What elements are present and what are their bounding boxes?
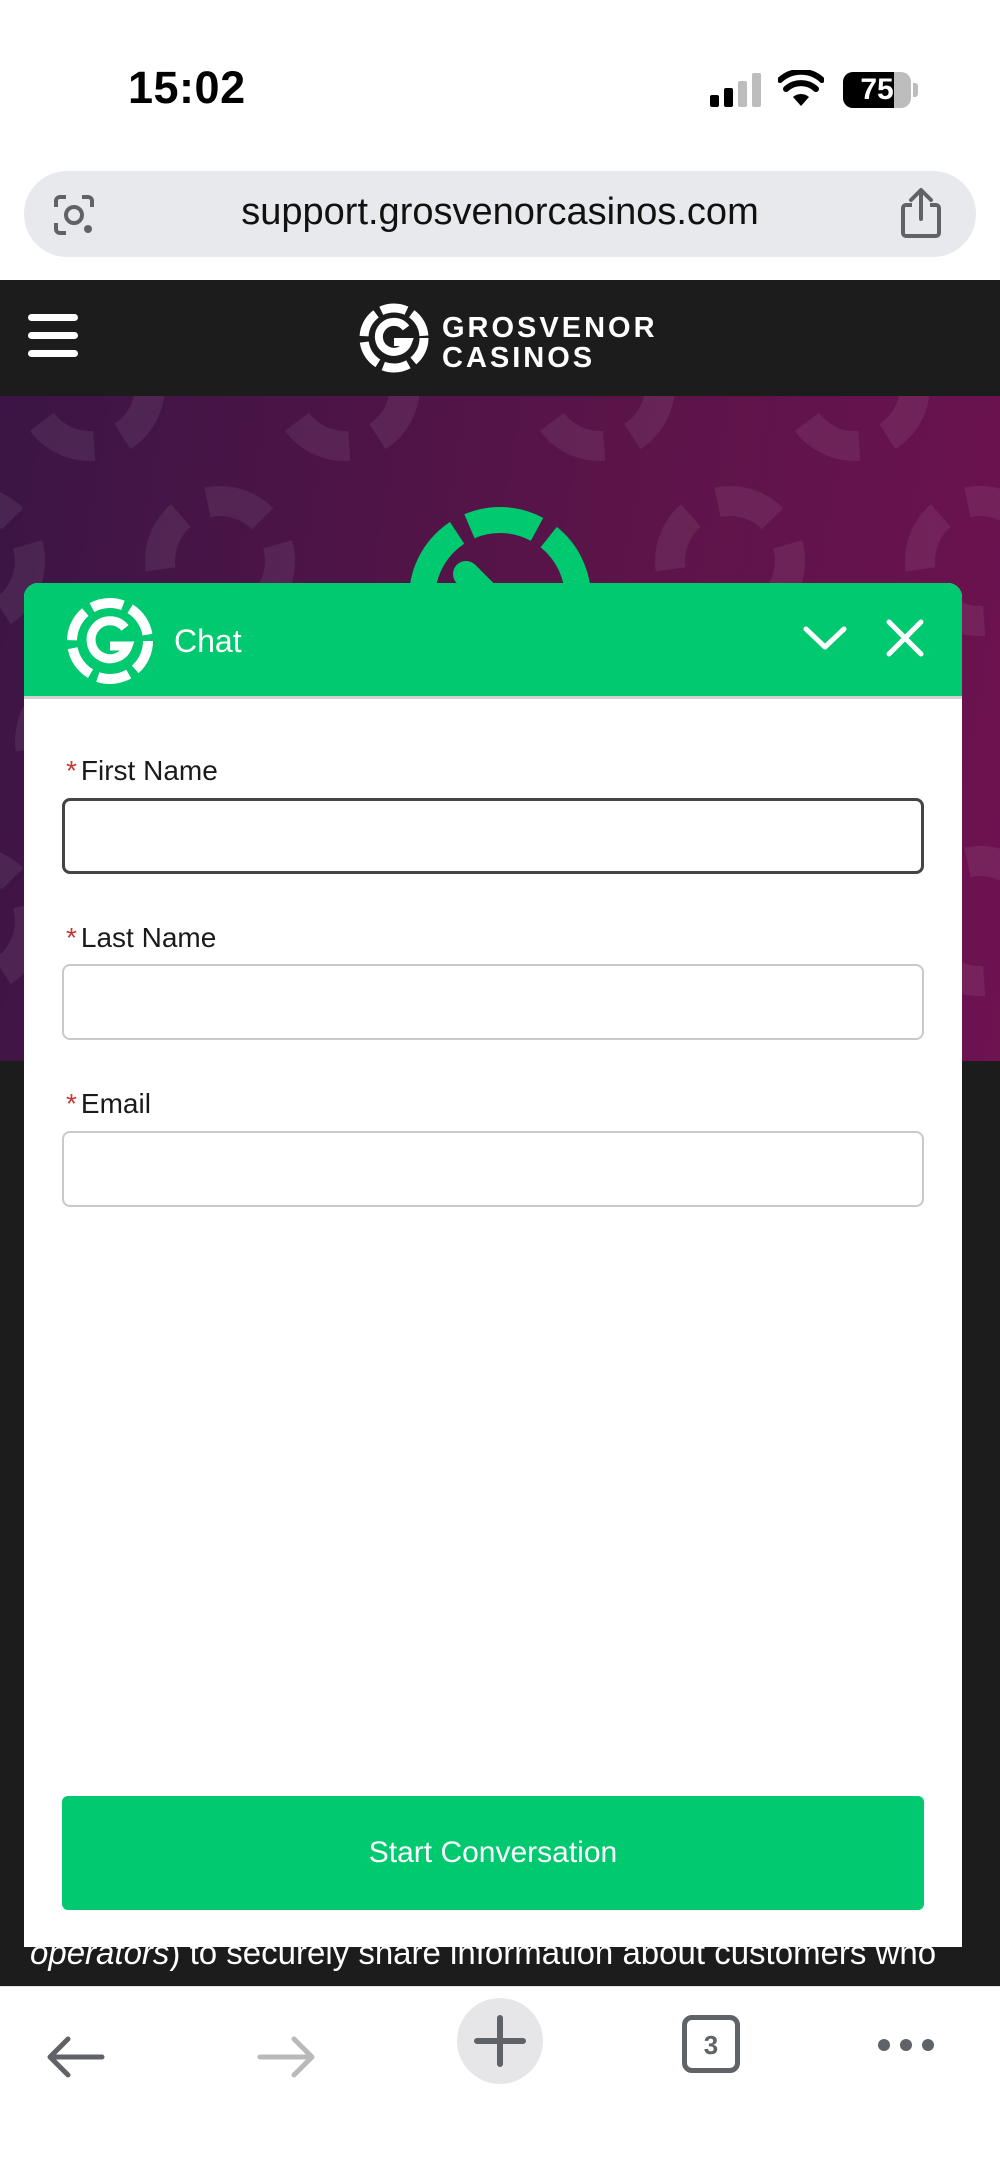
chat-title: Chat	[174, 623, 242, 659]
google-lens-icon[interactable]	[52, 193, 96, 237]
tabs-button[interactable]: 3	[682, 2015, 740, 2073]
close-button[interactable]	[880, 613, 930, 663]
plus-icon	[474, 2015, 526, 2067]
logo-text-grosvenor: GROSVENOR	[442, 312, 658, 344]
site-header: GROSVENOR CASINOS	[0, 280, 1000, 396]
minimize-button[interactable]	[800, 613, 850, 663]
tab-count: 3	[703, 2030, 719, 2060]
url-text[interactable]: support.grosvenorcasinos.com	[124, 191, 876, 234]
arrow-right-icon	[257, 2036, 315, 2078]
wifi-icon	[778, 70, 824, 106]
address-bar[interactable]: support.grosvenorcasinos.com	[24, 171, 976, 257]
grosvenor-g-icon	[359, 303, 429, 373]
chat-logo-icon	[67, 598, 153, 684]
back-button[interactable]	[44, 2035, 106, 2079]
chat-header: Chat	[24, 583, 962, 699]
last-name-input[interactable]	[62, 964, 924, 1040]
chat-widget: Chat * First Name * Last Name * Email Start…	[24, 583, 962, 1947]
first-name-label: * First Name	[66, 755, 218, 786]
logo-text-casinos: CASINOS	[442, 342, 596, 374]
ellipsis-icon[interactable]	[876, 2037, 936, 2053]
hamburger-icon[interactable]	[28, 314, 78, 358]
browser-toolbar: 3	[0, 1986, 1000, 2171]
page: 15:02 75 support.grosvenorcasinos.com GR…	[0, 0, 1000, 2171]
new-tab-button[interactable]	[457, 1998, 543, 2084]
grosvenor-logo[interactable]: GROSVENOR CASINOS	[358, 302, 655, 378]
email-label: * Email	[66, 1088, 151, 1119]
share-icon[interactable]	[898, 187, 944, 239]
forward-button[interactable]	[256, 2035, 318, 2079]
chevron-down-icon	[803, 626, 847, 650]
arrow-left-icon	[47, 2036, 105, 2078]
status-bar: 15:02 75	[0, 0, 1000, 165]
first-name-input[interactable]	[62, 798, 924, 874]
start-conversation-button[interactable]: Start Conversation	[62, 1796, 924, 1910]
battery-icon: 75	[843, 72, 918, 108]
email-input[interactable]	[62, 1131, 924, 1207]
close-icon	[886, 619, 924, 657]
last-name-label: * Last Name	[66, 922, 217, 953]
battery-percent: 75	[860, 73, 894, 106]
status-time: 15:02	[128, 62, 246, 113]
cellular-signal-icon	[710, 73, 761, 107]
